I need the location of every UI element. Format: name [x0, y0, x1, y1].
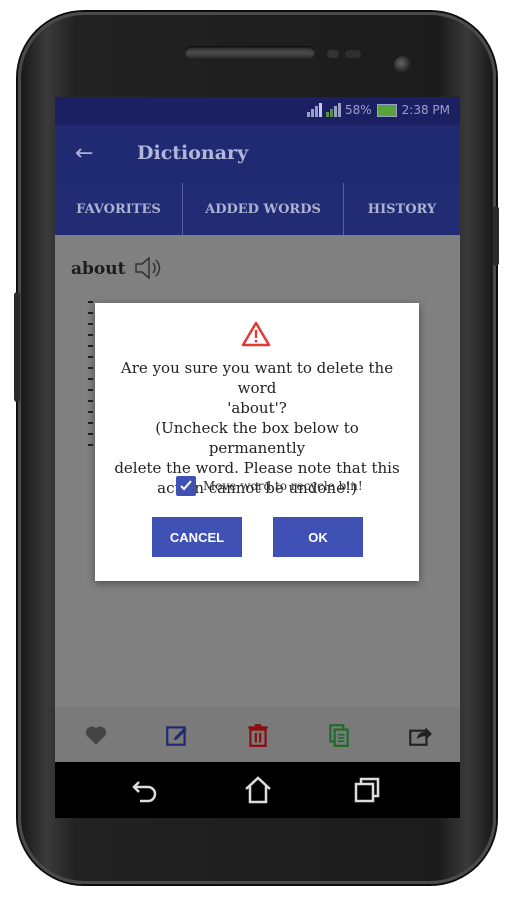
- back-nav-icon[interactable]: [129, 774, 161, 806]
- front-camera: [394, 56, 412, 74]
- edit-icon[interactable]: [164, 722, 190, 748]
- power-button: [493, 206, 499, 266]
- light-sensor: [345, 50, 361, 58]
- ok-button[interactable]: OK: [273, 517, 363, 557]
- android-nav-bar: [55, 762, 460, 818]
- cancel-button[interactable]: CANCEL: [152, 517, 242, 557]
- proximity-sensor: [327, 50, 339, 58]
- tab-history[interactable]: HISTORY: [344, 183, 460, 235]
- checkmark-icon: [180, 480, 192, 491]
- recents-nav-icon[interactable]: [351, 774, 383, 806]
- page-title: Dictionary: [137, 142, 249, 164]
- copy-icon[interactable]: [326, 722, 352, 748]
- volume-button: [14, 292, 20, 402]
- tab-favorites[interactable]: FAVORITES: [55, 183, 183, 235]
- cell-signal-icon: [325, 103, 341, 117]
- app-bar: ← Dictionary: [55, 125, 460, 183]
- delete-icon[interactable]: [245, 722, 271, 748]
- heart-icon[interactable]: [83, 722, 109, 748]
- tab-added-words[interactable]: ADDED WORDS: [183, 183, 344, 235]
- battery-percent: 58%: [344, 103, 372, 117]
- tab-bar: FAVORITES ADDED WORDS HISTORY: [55, 183, 460, 235]
- status-bar: 58% 2:38 PM: [55, 97, 460, 125]
- home-nav-icon[interactable]: [242, 774, 274, 806]
- action-bar: [55, 707, 460, 762]
- clock: 2:38 PM: [401, 103, 450, 117]
- earpiece-speaker: [185, 46, 315, 60]
- definition-list-markers: [88, 301, 93, 455]
- battery-charging-icon: [376, 103, 397, 117]
- warning-icon: [241, 321, 271, 347]
- dialog-message: Are you sure you want to delete the word…: [114, 359, 400, 497]
- recycle-checkbox[interactable]: [176, 476, 196, 496]
- entry-word: about: [71, 259, 126, 279]
- share-icon[interactable]: [407, 722, 433, 748]
- speaker-icon[interactable]: [133, 255, 163, 281]
- recycle-checkbox-label[interactable]: Move word to recycle bin!: [203, 479, 363, 493]
- back-arrow-icon[interactable]: ←: [75, 141, 93, 166]
- delete-confirmation-dialog: Are you sure you want to delete the word…: [95, 303, 419, 581]
- wifi-signal-icon: [306, 103, 322, 117]
